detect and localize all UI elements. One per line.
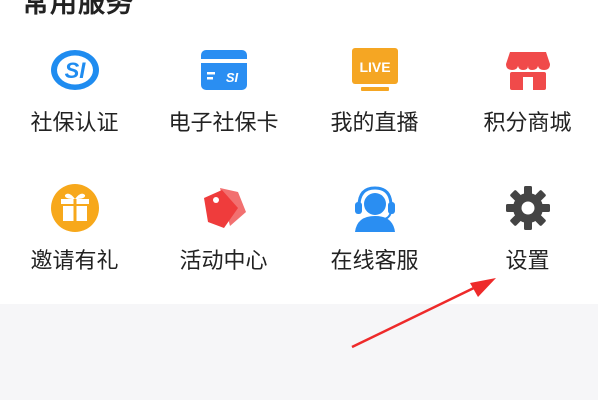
gift-icon	[49, 182, 101, 234]
card-icon-text: SI	[225, 70, 238, 85]
service-label: 我的直播	[330, 111, 419, 136]
live-badge-text: LIVE	[359, 59, 390, 75]
live-tv-icon: LIVE	[349, 44, 401, 96]
background-gray-area	[0, 304, 598, 400]
service-label: 社保认证	[30, 111, 119, 136]
social-security-icon: SI	[49, 44, 101, 96]
customer-service-icon	[349, 182, 401, 234]
service-label: 活动中心	[179, 249, 268, 274]
service-e-social-security-card[interactable]: SI 电子社保卡	[149, 44, 298, 164]
service-online-support[interactable]: 在线客服	[300, 182, 449, 302]
service-my-live[interactable]: LIVE 我的直播	[300, 44, 449, 164]
section-title: 常用服务	[22, 0, 134, 19]
service-social-security-auth[interactable]: SI 社保认证	[0, 44, 149, 164]
service-label: 积分商城	[483, 111, 572, 136]
service-label: 在线客服	[330, 249, 419, 274]
social-security-icon-text: SI	[64, 58, 86, 83]
service-label: 设置	[505, 249, 550, 274]
store-icon	[502, 44, 554, 96]
e-social-security-card-icon: SI	[198, 44, 250, 96]
service-points-mall[interactable]: 积分商城	[453, 44, 598, 164]
service-invite-reward[interactable]: 邀请有礼	[0, 182, 149, 302]
common-services-panel: 常用服务 SI 社保认证 SI 电子社保卡 LIVE 我的直播 积分商城 邀请有…	[0, 0, 598, 304]
price-tag-icon	[198, 182, 250, 234]
service-label: 邀请有礼	[30, 249, 119, 274]
service-label: 电子社保卡	[168, 111, 279, 136]
service-activity-center[interactable]: 活动中心	[149, 182, 298, 302]
gear-icon	[502, 182, 554, 234]
service-settings[interactable]: 设置	[453, 182, 598, 302]
